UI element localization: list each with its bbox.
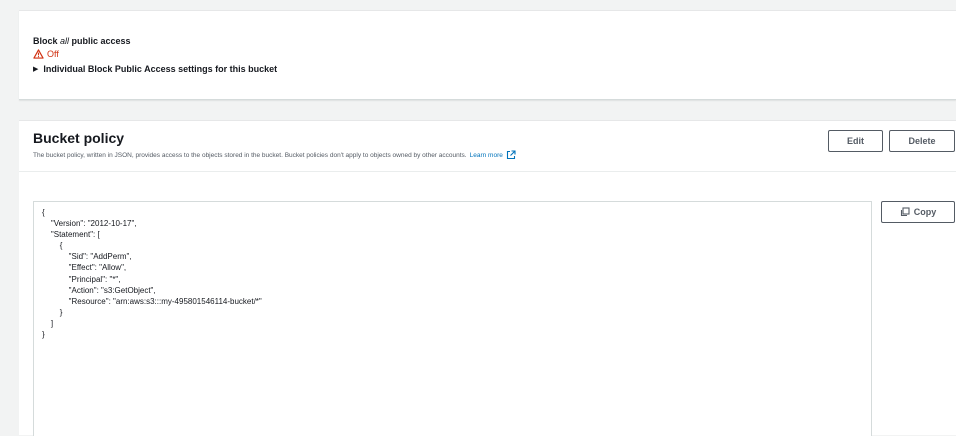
policy-json-line: "Resource": "arn:aws:s3:::my-49580154611… <box>42 296 262 306</box>
status-text: Off <box>47 49 59 59</box>
external-link-icon[interactable] <box>506 150 516 160</box>
bucket-policy-title: Bucket policy <box>33 130 125 146</box>
edit-button[interactable]: Edit <box>828 130 883 152</box>
policy-json-line: "Principal": "*", <box>42 274 121 284</box>
copy-label: Copy <box>913 207 937 217</box>
policy-json-line: { <box>42 208 45 217</box>
policy-json-code: { "Version": "2012-10-17", "Statement": … <box>42 207 262 340</box>
learn-more-link[interactable]: Learn more <box>470 152 503 159</box>
policy-json-line: { <box>42 241 63 251</box>
policy-json-line: ] <box>42 318 54 328</box>
bucket-policy-description: The bucket policy, written in JSON, prov… <box>33 150 516 160</box>
policy-json-viewer[interactable]: { "Version": "2012-10-17", "Statement": … <box>33 201 872 436</box>
copy-button[interactable]: Copy <box>881 201 955 223</box>
description-text: The bucket policy, written in JSON, prov… <box>33 151 467 159</box>
title-emphasis: all <box>60 36 70 46</box>
policy-json-line: "Action": "s3:GetObject", <box>42 285 156 295</box>
warning-triangle-icon <box>33 49 44 59</box>
individual-settings-expander[interactable]: ▶ Individual Block Public Access setting… <box>33 64 277 74</box>
header-divider <box>19 171 956 172</box>
copy-icon <box>900 207 910 217</box>
policy-json-line: } <box>42 330 45 340</box>
policy-json-line: } <box>42 307 63 317</box>
block-public-access-title: Block all public access <box>33 36 131 46</box>
bucket-policy-panel: Bucket policy The bucket policy, written… <box>19 120 956 436</box>
policy-json-line: "Sid": "AddPerm", <box>42 252 132 262</box>
delete-button[interactable]: Delete <box>889 130 955 152</box>
block-public-access-panel: Block all public access Off ▶ Individual… <box>19 10 956 100</box>
block-public-access-status: Off <box>33 49 59 59</box>
policy-json-line: "Effect": "Allow", <box>42 263 127 273</box>
expander-label: Individual Block Public Access settings … <box>43 64 278 74</box>
policy-json-line: "Version": "2012-10-17", <box>42 219 137 229</box>
caret-right-icon: ▶ <box>33 66 39 73</box>
policy-json-line: "Statement": [ <box>42 230 100 240</box>
